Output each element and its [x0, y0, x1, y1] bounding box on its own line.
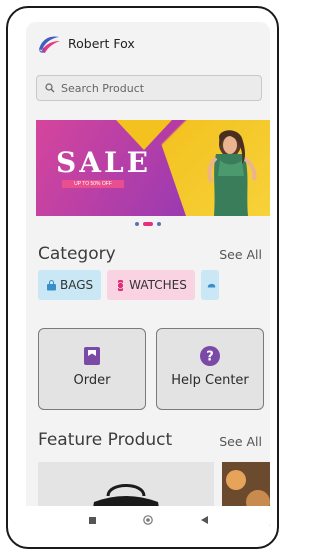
- brand-logo-icon: [39, 36, 60, 53]
- svg-text:?: ?: [206, 350, 214, 365]
- banner-headline: SALE: [56, 146, 151, 179]
- promo-banner[interactable]: SALE UP TO 50% OFF: [36, 120, 270, 216]
- chip-label: BAGS: [60, 278, 94, 292]
- search-icon: [45, 83, 55, 93]
- home-circle-icon: [143, 515, 153, 525]
- carousel-indicator[interactable]: [26, 222, 270, 226]
- home-button[interactable]: [142, 514, 154, 526]
- search-bar[interactable]: [36, 75, 262, 101]
- help-center-label: Help Center: [171, 373, 249, 388]
- help-center-card[interactable]: ? Help Center: [156, 328, 264, 410]
- back-button[interactable]: [198, 514, 210, 526]
- user-name: Robert Fox: [68, 35, 135, 51]
- carousel-dot-active[interactable]: [143, 222, 153, 226]
- watch-icon: [117, 279, 124, 291]
- chip-label: WATCHES: [129, 278, 187, 292]
- header: Robert Fox: [36, 31, 135, 55]
- carousel-dot[interactable]: [157, 222, 161, 226]
- category-title: Category: [38, 244, 116, 264]
- model-illustration: [207, 130, 257, 216]
- bag-icon: [47, 279, 56, 290]
- help-icon: ?: [200, 346, 220, 366]
- chip-more[interactable]: [200, 270, 219, 300]
- square-icon: [88, 516, 96, 524]
- order-card[interactable]: Order: [38, 328, 146, 410]
- back-triangle-icon: [200, 516, 208, 524]
- banner-subline: UP TO 50% OFF: [62, 180, 124, 188]
- chip-watches[interactable]: WATCHES: [107, 270, 195, 300]
- system-navbar: [26, 506, 270, 534]
- category-chips: BAGS WATCHES: [38, 270, 219, 300]
- chip-bags[interactable]: BAGS: [38, 270, 102, 300]
- order-label: Order: [73, 373, 111, 388]
- app-screen: Robert Fox SALE UP TO 50% OFF: [26, 22, 270, 534]
- recent-apps-button[interactable]: [86, 514, 98, 526]
- phone-frame: Robert Fox SALE UP TO 50% OFF: [6, 6, 279, 549]
- feature-see-all-link[interactable]: See All: [219, 434, 262, 449]
- carousel-dot[interactable]: [135, 222, 139, 226]
- search-input[interactable]: [61, 81, 251, 95]
- order-icon: [84, 347, 100, 365]
- category-see-all-link[interactable]: See All: [219, 247, 262, 262]
- feature-product-title: Feature Product: [38, 430, 173, 450]
- cap-icon: [207, 283, 216, 288]
